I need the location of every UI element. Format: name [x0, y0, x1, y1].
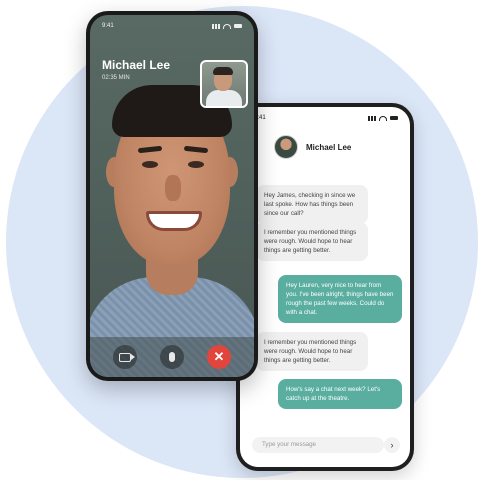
- video-call-phone: 9:41 Michael Lee 02:35 MIN ✕: [86, 11, 258, 381]
- battery-icon: [234, 24, 242, 28]
- message-incoming: Hey James, checking in since we last spo…: [256, 185, 368, 224]
- status-bar: 9:41: [254, 113, 398, 123]
- caller-name: Michael Lee: [102, 58, 171, 72]
- close-icon: ✕: [213, 349, 225, 364]
- call-duration: 02:35 MIN: [102, 75, 130, 81]
- signal-icon: [212, 23, 220, 29]
- message-input[interactable]: Type your message: [252, 437, 384, 453]
- avatar[interactable]: [274, 135, 298, 159]
- video-camera-icon: [119, 352, 135, 362]
- status-bar: 9:41: [102, 21, 242, 31]
- self-view-thumbnail[interactable]: [200, 60, 248, 108]
- contact-name: Michael Lee: [306, 142, 352, 152]
- signal-icon: [368, 115, 376, 121]
- chat-phone: 9:41 Michael Lee Hey James, checking in …: [236, 103, 414, 471]
- status-time: 9:41: [102, 23, 114, 29]
- call-controls: ✕: [90, 337, 254, 377]
- video-screen: 9:41 Michael Lee 02:35 MIN ✕: [90, 15, 254, 377]
- send-button[interactable]: ›: [384, 437, 400, 453]
- chat-header[interactable]: Michael Lee: [274, 135, 351, 159]
- message-incoming: I remember you mentioned things were rou…: [256, 332, 368, 371]
- camera-toggle-button[interactable]: [113, 345, 137, 369]
- message-outgoing: Hey Lauren, very nice to hear from you. …: [278, 275, 402, 323]
- message-incoming: I remember you mentioned things were rou…: [256, 222, 368, 261]
- end-call-button[interactable]: ✕: [207, 345, 231, 369]
- microphone-icon: [169, 352, 175, 362]
- wifi-icon: [379, 115, 387, 121]
- chat-screen: 9:41 Michael Lee Hey James, checking in …: [240, 107, 410, 467]
- battery-icon: [390, 116, 398, 120]
- wifi-icon: [223, 23, 231, 29]
- mute-button[interactable]: [160, 345, 184, 369]
- message-outgoing: How's say a chat next week? Let's catch …: [278, 379, 402, 409]
